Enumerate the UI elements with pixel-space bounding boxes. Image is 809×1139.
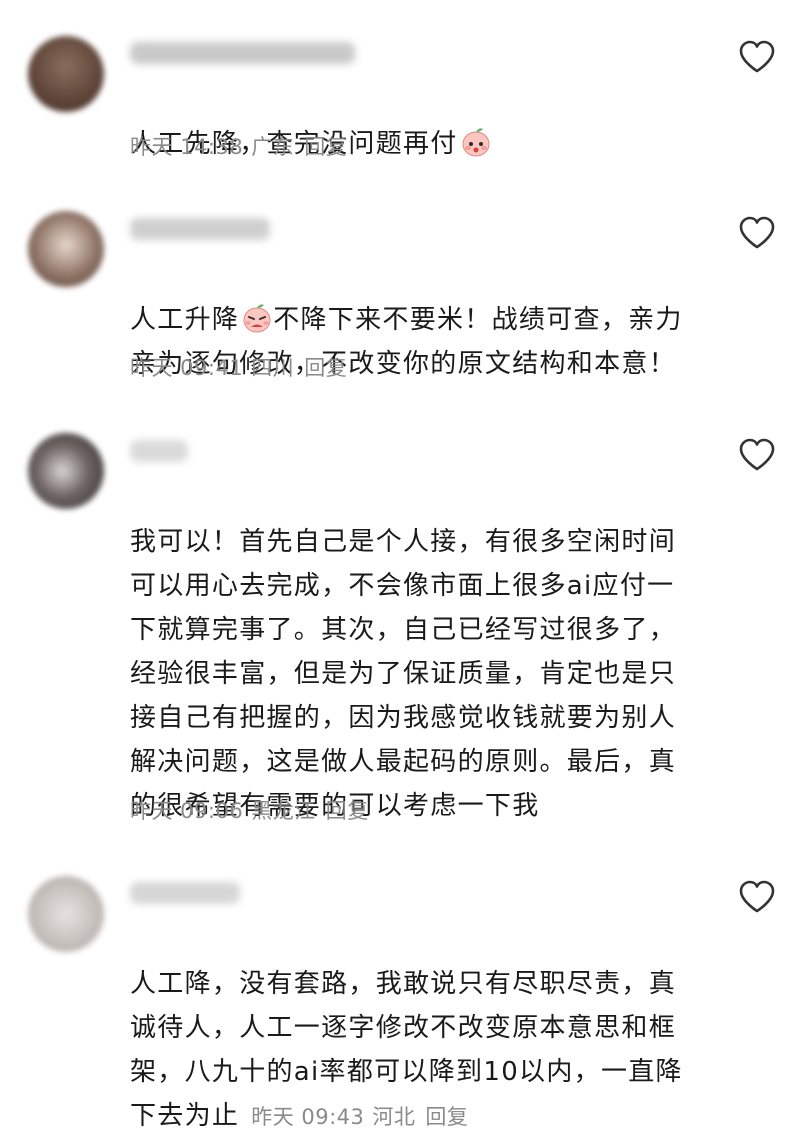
reply-button[interactable]: 回复 <box>304 356 347 380</box>
comment-meta: 昨天 09:43 河北 回复 <box>251 1105 468 1129</box>
comment-meta: 昨天 09:06 黑龙江 回复 <box>130 795 369 825</box>
reply-button[interactable]: 回复 <box>425 1105 468 1129</box>
comment-text-start: 人工升降 <box>130 305 240 335</box>
avatar[interactable] <box>28 36 104 112</box>
like-heart-icon[interactable] <box>738 216 776 250</box>
comment-time: 昨天 09:43 <box>251 1105 365 1129</box>
like-heart-icon[interactable] <box>738 438 776 472</box>
comment-time: 昨天 14:38 <box>130 135 244 159</box>
username-blurred[interactable] <box>130 882 240 904</box>
comment-text-content: 我可以！首先自己是个人接，有很多空闲时间 可以用心去完成，不会像市面上很多ai应… <box>130 527 677 821</box>
comment-time: 昨天 09:41 <box>130 356 244 380</box>
comment-time: 昨天 09:06 <box>130 799 244 823</box>
like-heart-icon[interactable] <box>738 880 776 914</box>
comment-region: 四川 <box>251 356 295 380</box>
comment-region: 广东 <box>251 135 295 159</box>
username-blurred[interactable] <box>130 440 188 462</box>
angry-peach-emoji <box>243 304 271 333</box>
comment-region: 黑龙江 <box>251 799 316 823</box>
reply-button[interactable]: 回复 <box>326 799 369 823</box>
like-heart-icon[interactable] <box>738 40 776 74</box>
comment-region: 河北 <box>372 1105 416 1129</box>
comment-meta: 昨天 09:41 四川 回复 <box>130 352 347 382</box>
comment-text: 人工降，没有套路，我敢说只有尽职尽责，真 诚待人，人工一逐字修改不改变原本意思和… <box>130 918 750 1139</box>
avatar[interactable] <box>28 876 104 952</box>
avatar[interactable] <box>28 211 104 287</box>
reply-button[interactable]: 回复 <box>304 135 347 159</box>
username-blurred[interactable] <box>130 42 355 64</box>
avatar[interactable] <box>28 433 104 509</box>
username-blurred[interactable] <box>130 218 270 240</box>
comment-text: 我可以！首先自己是个人接，有很多空闲时间 可以用心去完成，不会像市面上很多ai应… <box>130 476 710 828</box>
comment-meta: 昨天 14:38 广东 回复 <box>130 131 347 161</box>
flushed-peach-emoji <box>462 128 490 157</box>
